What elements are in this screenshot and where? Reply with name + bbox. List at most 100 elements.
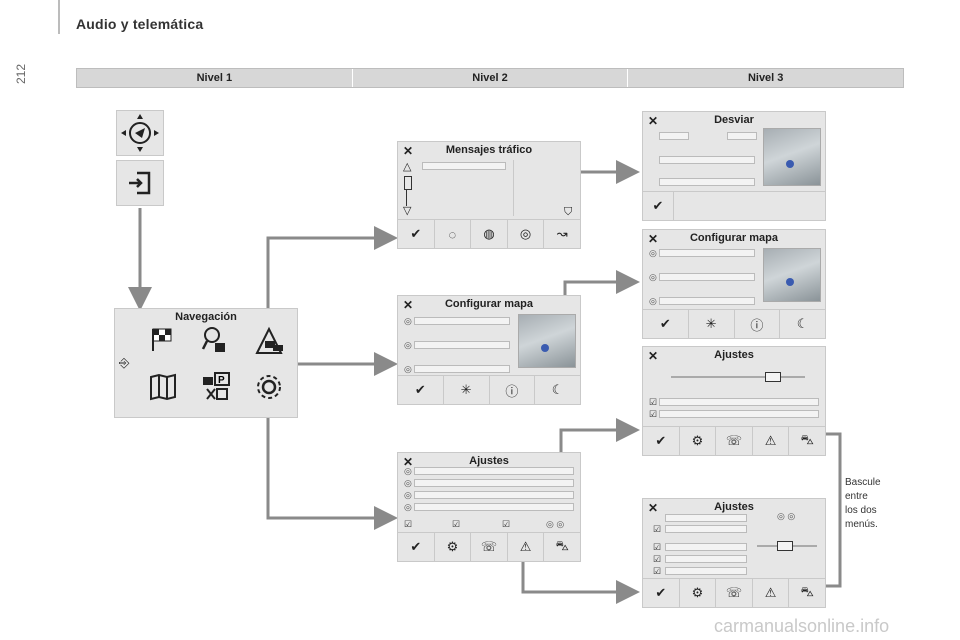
- info-icon[interactable]: ⓘ: [490, 376, 536, 404]
- message-field[interactable]: [422, 162, 506, 170]
- compass-icon[interactable]: ✳: [444, 376, 490, 404]
- radio-button[interactable]: ◎: [404, 364, 412, 375]
- radio-pair[interactable]: ◎ ◎: [546, 519, 564, 530]
- map-icon[interactable]: [149, 373, 177, 401]
- close-icon[interactable]: ✕: [403, 298, 413, 312]
- route-settings-icon[interactable]: ⚙: [680, 579, 717, 607]
- day-night-icon[interactable]: ☾: [780, 310, 825, 338]
- map-preview: [763, 248, 821, 302]
- check-icon[interactable]: ✔: [643, 427, 680, 455]
- option-field: [665, 514, 747, 522]
- note-line-2: entre: [845, 491, 868, 502]
- message-icon[interactable]: ◎: [508, 220, 545, 248]
- radio-button[interactable]: ◎: [649, 272, 657, 283]
- triangle-up-icon[interactable]: △: [403, 160, 411, 173]
- triangle-down-icon[interactable]: ▽: [403, 204, 411, 217]
- warning-icon[interactable]: ⚠: [508, 533, 545, 561]
- nav-joystick-button[interactable]: [116, 110, 164, 156]
- route-settings-icon[interactable]: ⚙: [680, 427, 717, 455]
- checkbox[interactable]: ☑: [653, 524, 661, 535]
- info-icon[interactable]: ⓘ: [735, 310, 781, 338]
- check-icon[interactable]: ✔: [398, 533, 435, 561]
- close-icon[interactable]: ✕: [648, 114, 658, 128]
- route-settings-icon[interactable]: ⚙: [435, 533, 472, 561]
- ajustes-l3b-toolbar: ✔ ⚙ ☏ ⚠ ⛍: [643, 578, 825, 607]
- radio-button[interactable]: ◎: [404, 340, 412, 351]
- divider: [513, 160, 514, 216]
- ajustes-panel-main: ✕ Ajustes ◎ ◎ ◎ ◎ ☑ ☑ ☑ ◎ ◎ ✔ ⚙ ☏ ⚠ ⛍: [397, 452, 581, 562]
- voice-icon[interactable]: ☏: [716, 427, 753, 455]
- traffic-icon[interactable]: [255, 325, 287, 355]
- filter-icon[interactable]: ⛉: [564, 206, 572, 219]
- radio-button[interactable]: ◎: [649, 248, 657, 259]
- checkbox[interactable]: ☑: [502, 519, 510, 530]
- desviar-toolbar: ✔: [643, 191, 825, 220]
- close-icon[interactable]: ✕: [403, 144, 413, 158]
- traffic-settings-icon[interactable]: ⛍: [789, 579, 825, 607]
- day-night-icon[interactable]: ☾: [535, 376, 580, 404]
- mensajes-panel: ✕ Mensajes tráfico △ ▽ ⛉ ✔ ◌ ◍ ◎ ↝: [397, 141, 581, 249]
- detour-icon[interactable]: ↝: [544, 220, 580, 248]
- voice-icon[interactable]: ☏: [471, 533, 508, 561]
- slider-thumb[interactable]: [777, 541, 793, 551]
- config-mapa-panel-l3: ✕ Configurar mapa ◎ ◎ ◎ ✔ ✳ ⓘ ☾: [642, 229, 826, 339]
- config-mapa-l3-title: Configurar mapa: [689, 232, 778, 244]
- note-line-4: menús.: [845, 519, 878, 530]
- checkbox[interactable]: ☑: [649, 409, 657, 420]
- option-field: [414, 365, 510, 373]
- warning-icon[interactable]: ⚠: [753, 427, 790, 455]
- map-preview: [763, 128, 821, 186]
- check-icon[interactable]: ✔: [643, 579, 680, 607]
- enter-menu-button[interactable]: [116, 160, 164, 206]
- desviar-title: Desviar: [714, 114, 754, 126]
- radio-button[interactable]: ◎: [649, 296, 657, 307]
- slider-thumb[interactable]: [765, 372, 781, 382]
- checkbox[interactable]: ☑: [649, 397, 657, 408]
- check-icon[interactable]: ✔: [398, 220, 435, 248]
- close-icon[interactable]: ✕: [648, 232, 658, 246]
- watermark: carmanualsonline.info: [714, 616, 890, 636]
- direction-icon[interactable]: ◌: [435, 220, 472, 248]
- radio-button[interactable]: ◎: [404, 502, 412, 513]
- check-icon[interactable]: ✔: [398, 376, 444, 404]
- radio-pair[interactable]: ◎ ◎: [777, 511, 795, 522]
- option-field: [414, 467, 574, 475]
- warning-icon[interactable]: ⚠: [753, 579, 790, 607]
- close-icon[interactable]: ✕: [648, 501, 658, 515]
- check-icon[interactable]: ✔: [643, 192, 674, 220]
- compass-icon[interactable]: ✳: [689, 310, 735, 338]
- scrollbar-thumb[interactable]: [404, 176, 412, 190]
- option-field: [414, 491, 574, 499]
- checkbox[interactable]: ☑: [653, 554, 661, 565]
- option-field: [659, 249, 755, 257]
- radio-button[interactable]: ◎: [404, 466, 412, 477]
- option-field[interactable]: [727, 132, 757, 140]
- note-line-3: los dos: [845, 505, 877, 516]
- radio-button[interactable]: ◎: [404, 490, 412, 501]
- route-icon[interactable]: ◍: [471, 220, 508, 248]
- config-mapa-title: Configurar mapa: [444, 298, 533, 310]
- check-icon[interactable]: ✔: [643, 310, 689, 338]
- option-field: [659, 273, 755, 281]
- toggle-note: Bascule entre los dos menús.: [845, 476, 881, 532]
- gear-icon[interactable]: [255, 373, 283, 401]
- traffic-settings-icon[interactable]: ⛍: [789, 427, 825, 455]
- checkbox[interactable]: ☑: [404, 519, 412, 530]
- checkbox[interactable]: ☑: [653, 542, 661, 553]
- navegacion-panel: Navegación ⎆ P: [114, 308, 298, 418]
- radio-button[interactable]: ◎: [404, 316, 412, 327]
- poi-settings-icon[interactable]: P: [201, 371, 233, 403]
- enter-icon: [129, 171, 151, 195]
- voice-icon[interactable]: ☏: [716, 579, 753, 607]
- close-icon[interactable]: ✕: [648, 349, 658, 363]
- checkbox[interactable]: ☑: [653, 566, 661, 577]
- option-field: [659, 398, 819, 406]
- destination-flag-icon[interactable]: [149, 325, 175, 353]
- radio-button[interactable]: ◎: [404, 478, 412, 489]
- checkbox[interactable]: ☑: [452, 519, 460, 530]
- option-field[interactable]: [659, 132, 689, 140]
- traffic-settings-icon[interactable]: ⛍: [544, 533, 580, 561]
- option-field[interactable]: [659, 156, 755, 164]
- option-field[interactable]: [659, 178, 755, 186]
- search-poi-icon[interactable]: [201, 325, 229, 355]
